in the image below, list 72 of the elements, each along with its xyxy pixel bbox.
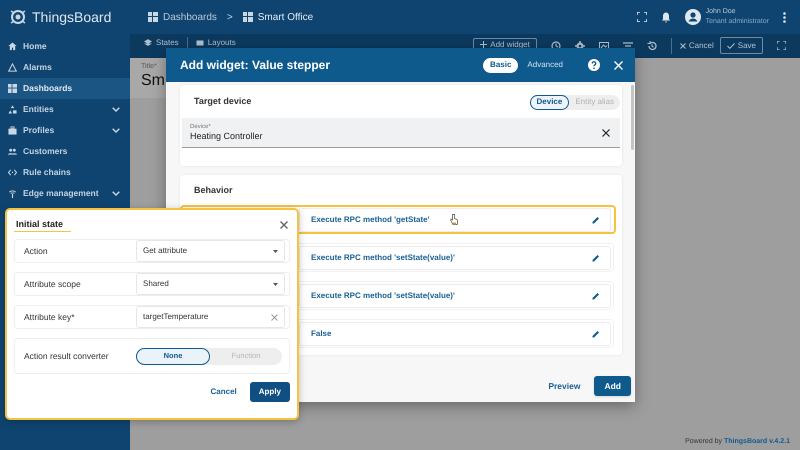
menu-item-icon <box>8 147 17 156</box>
sidebar-item[interactable]: Entities <box>0 99 130 120</box>
sidebar-item[interactable]: Rule chains <box>0 162 130 183</box>
breadcrumb-separator: > <box>226 10 233 24</box>
mode-tab[interactable]: Basic <box>483 58 518 72</box>
layout-icon <box>196 39 204 47</box>
menu-item-icon <box>8 105 17 114</box>
toolbar-tab[interactable]: States <box>144 37 179 49</box>
breadcrumb-link[interactable]: Smart Office <box>258 10 314 24</box>
dashboard-title: Sm <box>141 71 165 91</box>
popover-title: Initial state <box>14 218 72 232</box>
dialog-title: Add widget: Value stepper <box>180 57 330 74</box>
cancel-button[interactable]: Cancel <box>670 38 714 54</box>
clock-icon[interactable] <box>550 40 561 50</box>
dropdown-arrow-icon <box>273 282 278 286</box>
menu-item-icon <box>8 42 17 51</box>
field-label: Action result converter <box>24 350 110 362</box>
add-button[interactable]: Add <box>594 376 631 396</box>
help-icon[interactable] <box>588 59 600 71</box>
action-field[interactable]: Execute RPC method 'getState' <box>299 208 611 232</box>
section-heading: Target device <box>194 95 252 108</box>
select-field[interactable]: Shared <box>136 273 285 295</box>
action-field[interactable]: Execute RPC method 'setState(value)' <box>299 246 611 270</box>
menu-item-icon <box>8 84 17 93</box>
sidebar-item[interactable]: Customers <box>0 141 130 162</box>
close-icon[interactable] <box>280 221 288 229</box>
layers-icon <box>144 39 152 47</box>
cancel-button[interactable]: Cancel <box>210 386 237 398</box>
sidebar-item[interactable]: Alarms <box>0 57 130 78</box>
sidebar-item[interactable]: Home <box>0 36 130 57</box>
apply-button[interactable]: Apply <box>250 382 290 402</box>
dropdown-arrow-icon <box>273 250 278 252</box>
field-label: Attribute key* <box>24 310 76 324</box>
menu-item-icon <box>8 189 17 198</box>
notifications-icon[interactable] <box>660 12 671 22</box>
action-field[interactable]: False <box>299 322 611 346</box>
history-icon[interactable] <box>646 40 657 50</box>
menu-item-icon <box>8 168 17 177</box>
mode-tab[interactable]: Advanced <box>520 58 570 72</box>
field-label: Action <box>24 244 49 258</box>
plus-icon <box>480 41 488 48</box>
menu-item-icon <box>8 126 17 135</box>
image-icon[interactable] <box>598 40 609 50</box>
edit-icon[interactable] <box>592 330 600 338</box>
edit-icon[interactable] <box>592 292 600 300</box>
input-field[interactable]: targetTemperature <box>136 306 285 328</box>
close-icon <box>680 42 686 48</box>
toggle-option[interactable]: Device <box>530 94 570 110</box>
sidebar-item[interactable]: Edge management <box>0 183 130 204</box>
breadcrumb-link[interactable]: Dashboards <box>163 10 217 24</box>
preview-button[interactable]: Preview <box>548 380 580 392</box>
logo-icon <box>8 7 28 27</box>
section-heading: Behavior <box>193 184 234 196</box>
select-field[interactable]: Get attribute <box>136 240 285 262</box>
edit-icon[interactable] <box>592 254 600 262</box>
sidebar-item[interactable]: Profiles <box>0 120 130 141</box>
grid-icon <box>148 12 158 22</box>
more-icon[interactable] <box>783 12 786 22</box>
check-icon <box>726 42 735 48</box>
clear-icon[interactable] <box>602 128 610 136</box>
scrollbar <box>631 85 634 150</box>
action-field[interactable]: Execute RPC method 'setState(value)' <box>299 284 611 308</box>
save-button[interactable]: Save <box>720 37 763 54</box>
field-label: Attribute scope <box>24 278 82 290</box>
logo-text: ThingsBoard <box>32 8 112 27</box>
sidebar-item[interactable]: Dashboards <box>0 78 130 99</box>
menu-item-icon <box>8 63 17 72</box>
pointer-cursor-icon <box>450 214 458 225</box>
avatar-icon[interactable] <box>684 9 701 25</box>
edit-icon[interactable] <box>592 216 600 224</box>
fullscreen-icon[interactable] <box>777 41 786 50</box>
grid-icon <box>242 12 253 22</box>
